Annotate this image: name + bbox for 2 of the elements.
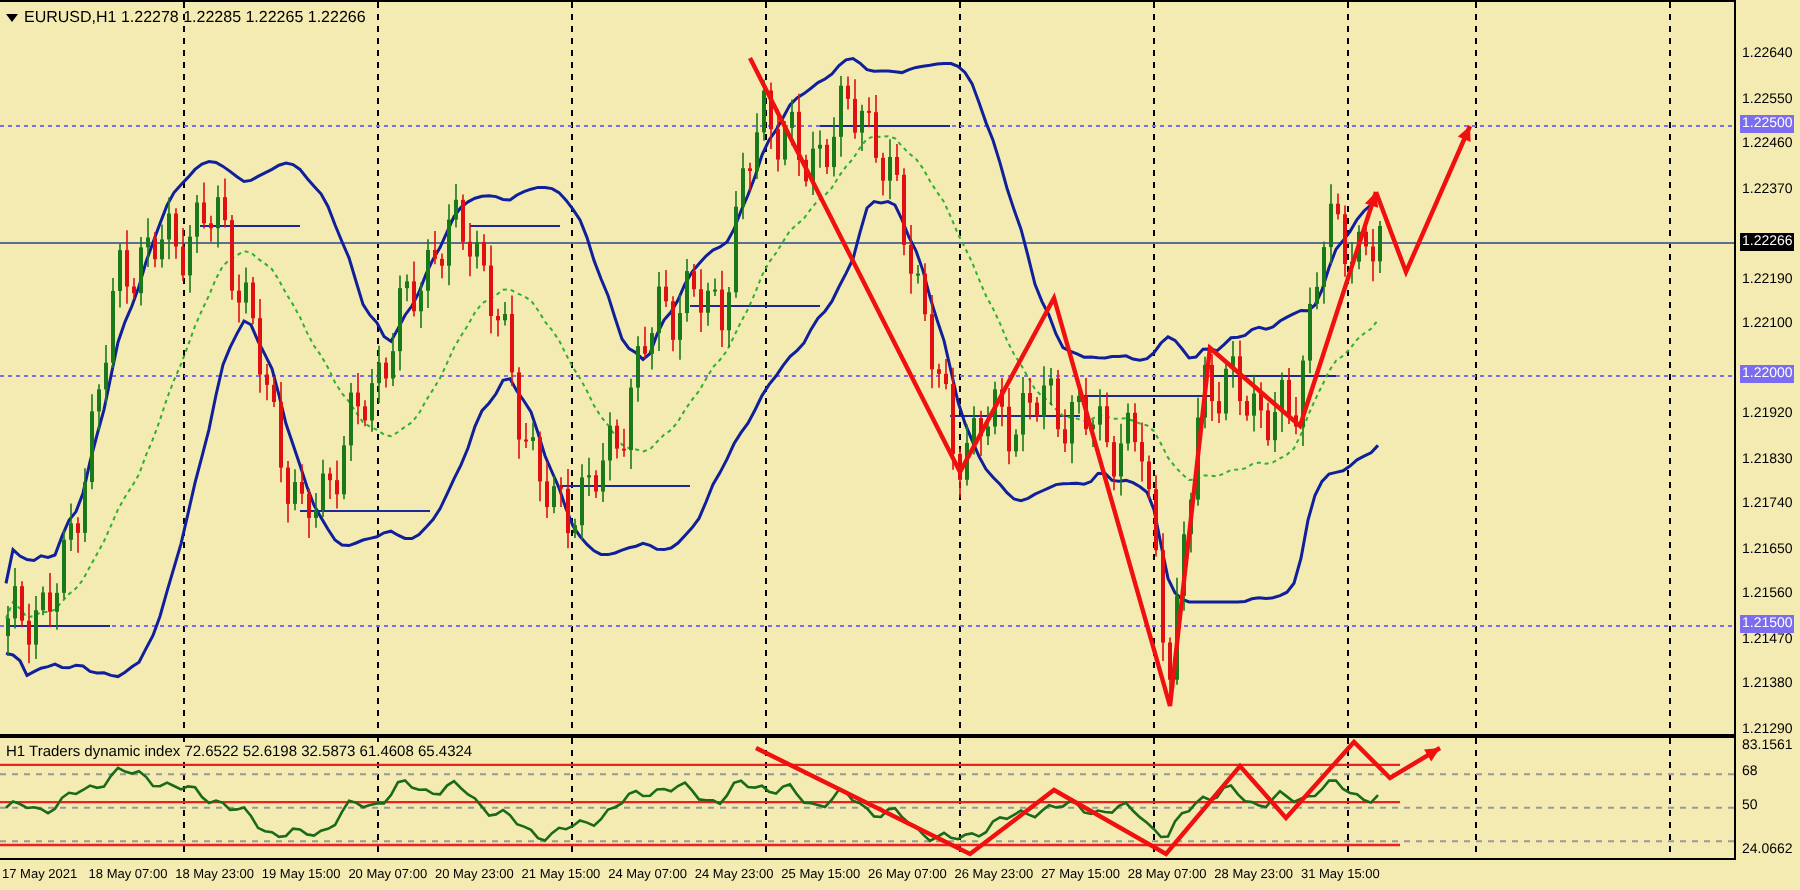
- dropdown-triangle-icon[interactable]: [6, 13, 18, 21]
- chart-title: EURUSD,H1 1.22278 1.22285 1.22265 1.22266: [24, 8, 366, 26]
